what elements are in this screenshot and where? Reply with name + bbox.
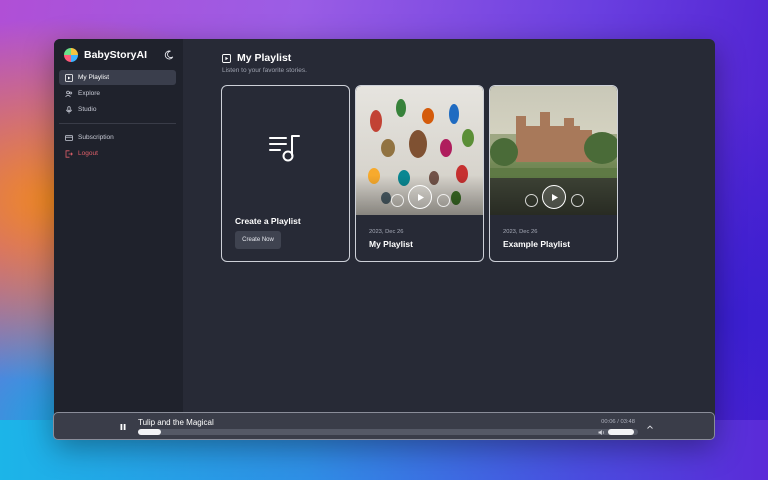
volume-icon[interactable] (598, 429, 605, 436)
sidebar-nav: My Playlist Explore Studio Subscription … (59, 70, 176, 162)
play-icon (417, 193, 424, 201)
more-options-button[interactable] (571, 194, 584, 207)
sidebar-item-logout[interactable]: Logout (59, 146, 176, 161)
time-display: 00:06 / 03:48 (601, 419, 635, 425)
create-playlist-title: Create a Playlist (235, 216, 301, 226)
sidebar-item-subscription[interactable]: Subscription (59, 130, 176, 145)
sidebar-item-label: Explore (78, 90, 101, 97)
playlist-title: Example Playlist (503, 239, 571, 249)
users-icon (65, 90, 73, 97)
page-subtitle: Listen to your favorite stories. (222, 67, 307, 74)
create-playlist-card[interactable]: Create a Playlist Create Now (221, 85, 350, 262)
sidebar-item-explore[interactable]: Explore (59, 86, 176, 101)
app-window: BabyStoryAI My Playlist Explore Studio S… (54, 39, 715, 440)
play-button[interactable] (542, 185, 566, 209)
play-button[interactable] (408, 185, 432, 209)
sidebar-item-label: Subscription (78, 134, 114, 141)
playlist-icon (65, 73, 73, 82)
sidebar-item-label: My Playlist (78, 74, 110, 81)
pause-icon[interactable] (119, 423, 127, 431)
playlist-date: 2023, Dec 26 (369, 229, 404, 235)
sidebar-divider (59, 123, 176, 124)
main-content: My Playlist Listen to your favorite stor… (183, 39, 715, 440)
audio-player-bar: Tulip and the Magical 00:06 / 03:48 (53, 412, 715, 440)
page-header: My Playlist (222, 52, 291, 64)
volume-slider[interactable] (608, 429, 637, 435)
playlist-date: 2023, Dec 26 (503, 229, 538, 235)
playlist-title: My Playlist (369, 239, 413, 249)
sidebar-item-label: Studio (78, 106, 97, 113)
shuffle-button[interactable] (525, 194, 538, 207)
brand-logo-icon (64, 48, 78, 62)
sidebar-item-label: Logout (78, 150, 98, 157)
sidebar-item-studio[interactable]: Studio (59, 102, 176, 117)
volume-fill (608, 429, 635, 435)
card-icon (65, 134, 73, 141)
music-list-icon (269, 135, 300, 162)
track-title: Tulip and the Magical (138, 418, 214, 427)
shuffle-button[interactable] (391, 194, 404, 207)
play-icon (551, 193, 558, 201)
playlist-icon (222, 53, 231, 63)
brand: BabyStoryAI (64, 48, 174, 62)
create-now-button[interactable]: Create Now (235, 231, 281, 249)
logout-icon (65, 149, 73, 158)
progress-fill (138, 429, 161, 435)
playlist-card[interactable]: 2023, Dec 26 Example Playlist (489, 85, 618, 262)
moon-icon[interactable] (164, 50, 174, 60)
page-title: My Playlist (237, 52, 292, 64)
chevron-up-icon[interactable] (646, 423, 654, 431)
sidebar-item-my-playlist[interactable]: My Playlist (59, 70, 176, 85)
progress-slider[interactable] (138, 429, 638, 435)
app-name: BabyStoryAI (84, 49, 148, 61)
sidebar: BabyStoryAI My Playlist Explore Studio S… (54, 39, 183, 440)
playlist-card[interactable]: 2023, Dec 26 My Playlist (355, 85, 484, 262)
mic-icon (66, 105, 72, 113)
more-options-button[interactable] (437, 194, 450, 207)
